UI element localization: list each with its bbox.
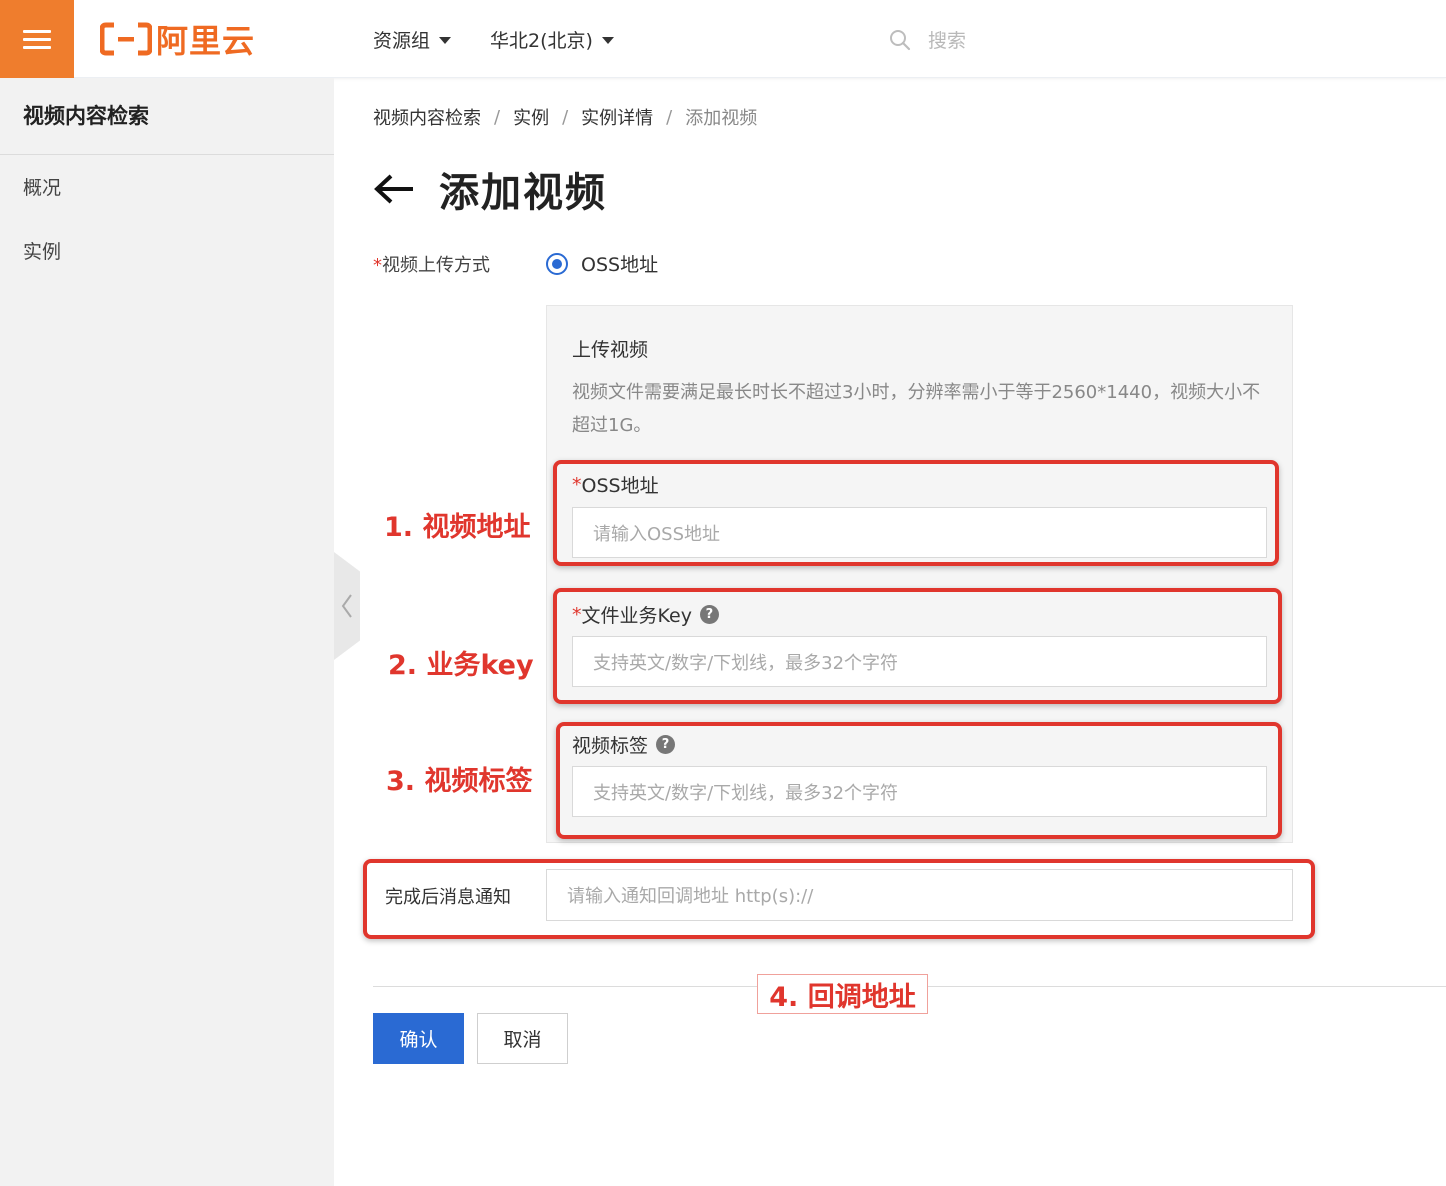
- breadcrumb: 视频内容检索 / 实例 / 实例详情 / 添加视频: [373, 104, 757, 130]
- region-dropdown[interactable]: 华北2(北京): [490, 26, 614, 53]
- logo-text: 阿里云: [156, 22, 256, 60]
- confirm-button[interactable]: 确认: [373, 1013, 464, 1064]
- caret-down-icon: [439, 37, 452, 44]
- upload-video-title: 上传视频: [572, 339, 649, 361]
- required-mark: *: [373, 255, 382, 276]
- annotation-box-callback: [363, 859, 1315, 939]
- resource-group-label: 资源组: [373, 30, 431, 52]
- annotation-label: 3. 视频标签: [386, 766, 533, 797]
- breadcrumb-item[interactable]: 视频内容检索: [373, 104, 481, 130]
- annotation-label: 4. 回调地址: [757, 974, 928, 1014]
- top-bar: 阿里云 资源组 华北2(北京) 搜索: [0, 0, 1446, 78]
- caret-down-icon: [601, 37, 614, 44]
- search-box[interactable]: 搜索: [888, 26, 966, 53]
- upload-video-description: 视频文件需要满足最长时长不超过3小时，分辨率需小于等于2560*1440，视频大…: [572, 382, 1261, 436]
- radio-selected-icon: [546, 252, 568, 275]
- breadcrumb-item[interactable]: 实例: [513, 104, 549, 130]
- upload-method-text: 视频上传方式: [382, 255, 490, 276]
- annotation-box-oss: [553, 460, 1279, 566]
- breadcrumb-current: 添加视频: [685, 108, 758, 129]
- annotation-label: 1. 视频地址: [384, 512, 531, 543]
- page-header: 添加视频: [373, 160, 607, 218]
- page-title: 添加视频: [439, 170, 607, 216]
- annotation-box-tags: [556, 722, 1282, 839]
- breadcrumb-separator: /: [666, 106, 673, 128]
- cancel-button[interactable]: 取消: [477, 1013, 568, 1064]
- breadcrumb-item[interactable]: 实例详情: [581, 104, 653, 130]
- chevron-left-icon: [341, 594, 352, 618]
- breadcrumb-separator: /: [562, 106, 569, 128]
- oss-address-radio[interactable]: OSS地址: [546, 250, 658, 277]
- upload-method-label: *视频上传方式: [373, 251, 490, 277]
- back-arrow-icon[interactable]: [373, 172, 415, 206]
- sidebar-item-overview[interactable]: 概况: [0, 156, 334, 220]
- menu-icon[interactable]: [0, 0, 74, 78]
- breadcrumb-separator: /: [494, 106, 501, 128]
- resource-group-dropdown[interactable]: 资源组: [373, 26, 452, 53]
- aliyun-logo-icon: [100, 22, 152, 56]
- annotation-box-key: [553, 588, 1282, 704]
- sidebar-title: 视频内容检索: [0, 78, 334, 155]
- sidebar: 视频内容检索 概况 实例: [0, 78, 334, 1186]
- sidebar-collapse-handle[interactable]: [334, 552, 360, 660]
- search-placeholder: 搜索: [928, 30, 967, 52]
- search-icon: [890, 29, 911, 50]
- sidebar-item-instances[interactable]: 实例: [0, 220, 334, 284]
- oss-address-radio-label: OSS地址: [581, 254, 659, 276]
- annotation-label: 2. 业务key: [388, 650, 534, 681]
- aliyun-logo[interactable]: 阿里云: [100, 20, 255, 60]
- region-label: 华北2(北京): [490, 30, 593, 52]
